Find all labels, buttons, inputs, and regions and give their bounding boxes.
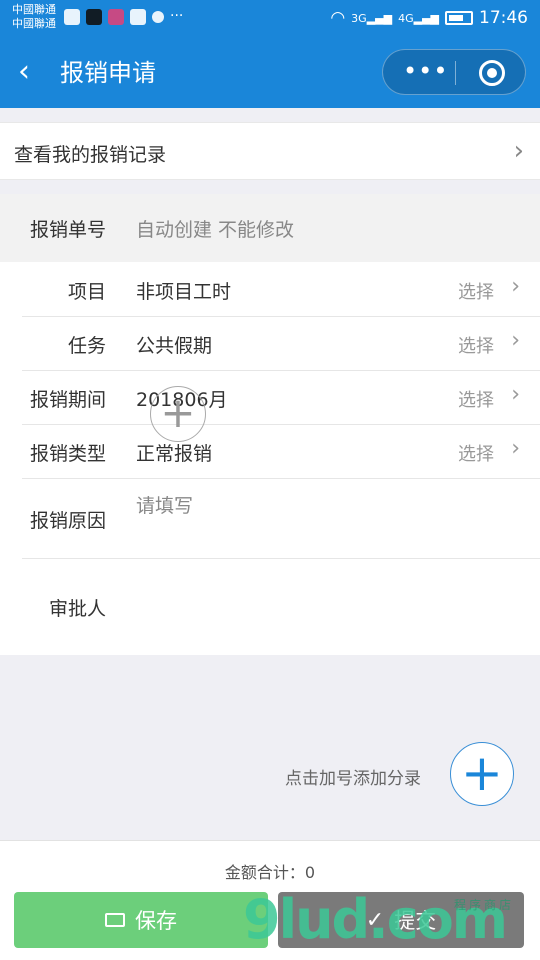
project-label: 项目 — [67, 281, 106, 303]
id-label: 报销单号 — [29, 219, 106, 241]
form-row-id: 报销单号 自动创建 不能修改 — [0, 194, 540, 262]
close-mini-program-icon[interactable] — [479, 60, 505, 86]
task-select[interactable]: 选择 — [458, 332, 494, 358]
divider — [22, 478, 540, 479]
id-value: 自动创建 不能修改 — [136, 219, 295, 241]
signal-4g: 4G▂▄▆ — [398, 11, 439, 25]
more-menu-icon[interactable]: ••• — [403, 58, 448, 84]
carrier-info: 中國聯通 中國聯通 — [12, 3, 56, 31]
status-bar: 中國聯通 中國聯通 ··· ◠ 3G▂▄▆ 4G▂▄▆ 17:46 — [0, 0, 540, 38]
type-label: 报销类型 — [29, 443, 106, 465]
save-button[interactable]: 保存 — [14, 892, 268, 948]
shield-icon — [152, 11, 164, 23]
wifi-icon: ◠ — [330, 8, 346, 28]
app-store-icon — [108, 9, 124, 25]
period-select[interactable]: 选择 — [458, 386, 494, 412]
divider — [22, 370, 540, 371]
chevron-right-icon: › — [511, 274, 520, 299]
battery-icon — [445, 11, 473, 25]
reason-label: 报销原因 — [29, 510, 106, 532]
task-label: 任务 — [67, 335, 106, 357]
app-notification-icon — [64, 9, 80, 25]
task-value: 公共假期 — [136, 335, 213, 357]
divider — [22, 558, 540, 559]
type-value: 正常报销 — [136, 443, 213, 465]
chevron-right-icon: › — [511, 436, 520, 461]
save-label: 保存 — [135, 909, 177, 933]
signal-3g: 3G▂▄▆ — [351, 11, 393, 25]
folder-icon — [105, 913, 125, 927]
notification-icons: ··· — [64, 9, 183, 25]
tiktok-icon — [86, 9, 102, 25]
amount-total: 金额合计：0 — [224, 863, 316, 882]
carrier-1: 中國聯通 — [12, 3, 56, 16]
chevron-right-icon: › — [511, 382, 520, 407]
watermark-caption: 程序商店 — [454, 898, 515, 912]
clock: 17:46 — [479, 8, 528, 28]
chevron-right-icon: › — [511, 328, 520, 353]
status-right: ◠ 3G▂▄▆ 4G▂▄▆ 17:46 — [330, 8, 528, 28]
project-value: 非项目工时 — [136, 281, 232, 303]
divider — [22, 316, 540, 317]
project-select[interactable]: 选择 — [458, 278, 494, 304]
chevron-right-icon: › — [513, 136, 524, 166]
view-records-label: 查看我的报销记录 — [14, 144, 167, 166]
type-select[interactable]: 选择 — [458, 440, 494, 466]
divider — [22, 424, 540, 425]
period-label: 报销期间 — [29, 389, 106, 411]
page-title: 报销申请 — [60, 59, 156, 87]
carrier-2: 中國聯通 — [12, 17, 56, 30]
capsule-divider — [455, 61, 456, 85]
nav-bar: ‹ 报销申请 ••• — [0, 38, 540, 108]
more-notifications-icon: ··· — [170, 8, 184, 24]
mini-program-capsule: ••• — [382, 49, 526, 95]
add-entry-hint: 点击加号添加分录 — [285, 769, 421, 789]
reimbursement-form: 报销单号 自动创建 不能修改 项目 非项目工时 选择 › 任务 公共假期 选择 … — [0, 194, 540, 655]
back-icon[interactable]: ‹ — [18, 55, 30, 89]
approver-label: 审批人 — [48, 598, 106, 620]
view-records-link[interactable]: 查看我的报销记录 › — [0, 122, 540, 180]
reason-input[interactable]: 请填写 — [136, 491, 193, 518]
add-approver-button[interactable]: + — [150, 386, 206, 442]
message-icon — [130, 9, 146, 25]
add-entry-button[interactable]: + — [450, 742, 514, 806]
